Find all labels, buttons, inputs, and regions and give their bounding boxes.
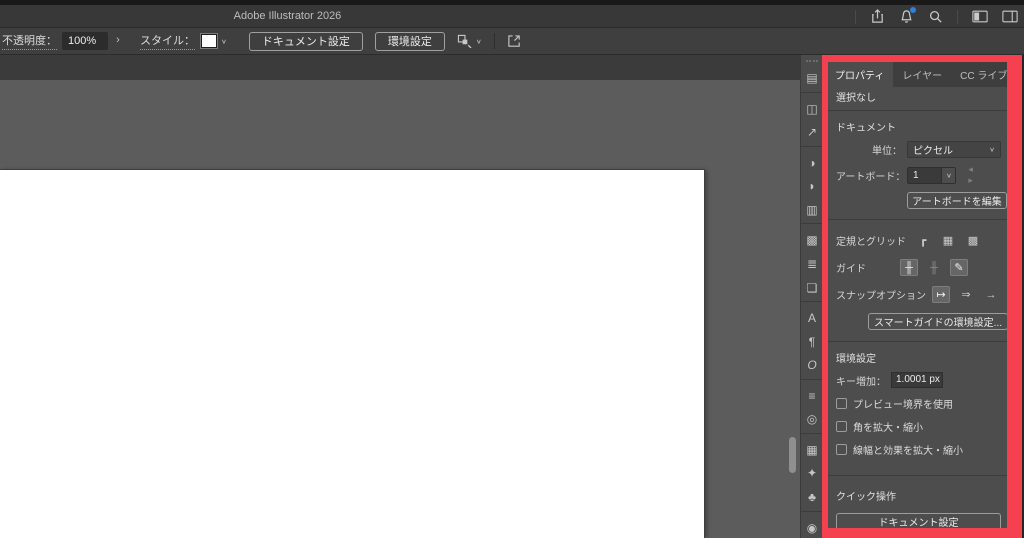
chevron-down-icon[interactable]: ∨ (476, 37, 482, 44)
opacity-input[interactable]: 100% (62, 32, 108, 50)
artboard-select[interactable]: 1 (907, 166, 943, 184)
dock-group-divider (801, 510, 823, 512)
dock-drag-handle[interactable] (806, 60, 818, 62)
unit-value: ピクセル (913, 146, 953, 157)
dock-group-divider (801, 145, 823, 147)
snap-to-point-icon[interactable]: ↦ (932, 286, 950, 303)
use-preview-bounds-checkbox[interactable] (836, 398, 847, 409)
pathfinder-panel-icon[interactable]: ❏ (802, 278, 822, 296)
tab-properties[interactable]: プロパティ (826, 62, 894, 87)
export-panel-icon[interactable]: ↗ (802, 122, 822, 140)
symbols-panel-icon[interactable]: ♣ (802, 487, 822, 505)
panel-dock: ▤ ◫ ↗ ◑ ◗ ▥ ▩ ≣ ❏ A ¶ O ≡ ◎ ▦ ✦ ♣ ◉ (800, 55, 823, 538)
export-canvas-icon[interactable] (507, 34, 522, 49)
artboards-panel-icon[interactable]: ◫ (802, 99, 822, 117)
artboard-label: アートボード： (836, 171, 906, 183)
stroke-panel-icon[interactable]: ≡ (802, 386, 822, 404)
align-panel-icon[interactable]: ≣ (802, 254, 822, 272)
titlebar-divider (957, 9, 958, 24)
paragraph-panel-icon[interactable]: ¶ (802, 332, 822, 350)
chevron-down-icon: ∨ (989, 145, 995, 154)
dock-group-divider (801, 91, 823, 93)
grid-icon[interactable]: ▦ (939, 232, 957, 249)
use-preview-bounds-label: プレビュー境界を使用 (853, 400, 953, 411)
share-icon[interactable] (870, 9, 885, 24)
quick-actions-section: クイック操作 ドキュメント設定 環境設定 ベクターを生成 (826, 488, 1007, 538)
app-window: Adobe Illustrator 2026 不透明度： 100% › スタイル… (0, 0, 1024, 538)
notification-dot (910, 7, 916, 13)
show-guides-icon[interactable]: ╫ (900, 259, 918, 276)
document-section: ドキュメント 単位： ピクセル ∨ アートボード： 1 ∨ ◂ ▸ アートボード… (826, 119, 1007, 220)
search-icon[interactable] (928, 9, 943, 24)
asset-export-panel-icon[interactable]: ◉ (802, 518, 822, 536)
ruler-corner-icon[interactable]: ┏ (914, 232, 932, 249)
lock-guides-icon[interactable]: ╫ (925, 259, 943, 276)
window-title: Adobe Illustrator 2026 (233, 10, 342, 22)
appearance-panel-icon[interactable]: ▦ (802, 440, 822, 458)
title-bar: Adobe Illustrator 2026 (0, 5, 1024, 28)
document-heading: ドキュメント (836, 123, 896, 134)
dock-group-divider (801, 301, 823, 303)
scale-corners-label: 角を拡大・縮小 (853, 423, 923, 434)
chevron-down-icon: ∨ (945, 171, 952, 179)
tab-cc-libraries[interactable]: CC ライブラリ (951, 62, 1024, 87)
snap-to-grid-icon[interactable]: ⇒ (957, 286, 975, 303)
key-increment-input[interactable]: 1.0001 px (891, 372, 943, 388)
document-setup-button[interactable]: ドキュメント設定 (248, 31, 363, 51)
scale-strokes-effects-checkbox[interactable] (836, 444, 847, 455)
properties-panel-icon[interactable]: ▤ (802, 68, 822, 86)
artboard-select-chevron[interactable]: ∨ (942, 166, 957, 184)
character-panel-icon[interactable]: A (802, 308, 822, 326)
transform-panel-icon[interactable]: ▩ (802, 230, 822, 248)
style-label[interactable]: スタイル： (140, 32, 195, 50)
graphic-styles-panel-icon[interactable]: ✦ (802, 463, 822, 481)
quick-document-setup-button[interactable]: ドキュメント設定 (836, 513, 1001, 530)
key-increment-label: キー増加： (836, 376, 886, 388)
rulers-guides-section: 定規とグリッド ┏ ▦ ▩ ガイド ╫ ╫ ✎ スナップオプション ↦ ⇒ → … (826, 232, 1008, 342)
snap-to-pixel-icon[interactable]: → (982, 286, 1000, 303)
arrange-icon[interactable]: ∨ (457, 34, 482, 48)
tab-layers[interactable]: レイヤー (893, 62, 951, 87)
vertical-scrollbar[interactable] (789, 437, 796, 473)
smart-guides-preferences-button[interactable]: スマートガイドの環境設定... (868, 313, 1008, 330)
preferences-button[interactable]: 環境設定 (374, 31, 445, 51)
titlebar-divider (855, 9, 856, 24)
dock-group-divider (801, 378, 823, 380)
scale-corners-checkbox[interactable] (836, 421, 847, 432)
unit-label: 単位： (872, 146, 902, 157)
panel-tab-bar: プロパティ レイヤー CC ライブラリ (826, 62, 1024, 87)
preferences-heading: 環境設定 (836, 354, 876, 365)
rulers-grid-label: 定規とグリッド (836, 237, 906, 248)
preferences-section: 環境設定 キー増加： 1.0001 px プレビュー境界を使用 角を拡大・縮小 … (826, 350, 1007, 476)
control-bar: 不透明度： 100% › スタイル： ∨ ドキュメント設定 環境設定 ∨ ↦ ∩… (0, 28, 1024, 77)
smart-guides-icon[interactable]: ✎ (950, 259, 968, 276)
artboard-nav-arrows[interactable]: ◂ ▸ (968, 164, 1001, 186)
quick-actions-heading: クイック操作 (836, 492, 896, 503)
window-icon[interactable] (1002, 10, 1018, 23)
dock-group-divider (801, 223, 823, 225)
guides-label: ガイド (836, 264, 866, 275)
dock-group-divider (801, 432, 823, 434)
edit-artboards-button[interactable]: アートボードを編集 (907, 192, 1007, 209)
snap-options-label: スナップオプション (836, 291, 926, 302)
bell-icon[interactable] (899, 7, 916, 24)
toolbar-divider (493, 33, 495, 49)
gradient-panel-icon[interactable]: ◗ (802, 176, 822, 194)
artboard[interactable] (0, 170, 704, 538)
opentype-panel-icon[interactable]: O (802, 355, 822, 373)
transparency-panel-icon[interactable]: ◎ (802, 409, 822, 427)
opacity-expand-button[interactable]: › (110, 32, 126, 50)
style-swatch[interactable] (200, 33, 218, 49)
workspace-icon[interactable] (972, 10, 988, 23)
scale-strokes-effects-label: 線幅と効果を拡大・縮小 (853, 446, 963, 457)
chevron-down-icon[interactable]: ∨ (221, 37, 227, 44)
color-panel-icon[interactable]: ◑ (802, 153, 822, 171)
selection-status: 選択なし (826, 87, 1007, 111)
unit-select[interactable]: ピクセル ∨ (907, 141, 1001, 158)
properties-panel: プロパティ レイヤー CC ライブラリ 選択なし ドキュメント 単位： ピクセル… (826, 62, 1024, 538)
pattern-panel-icon[interactable]: ▥ (802, 200, 822, 218)
opacity-label[interactable]: 不透明度： (2, 32, 57, 50)
pasteboard-top (0, 55, 824, 80)
pixel-grid-icon[interactable]: ▩ (964, 232, 982, 249)
